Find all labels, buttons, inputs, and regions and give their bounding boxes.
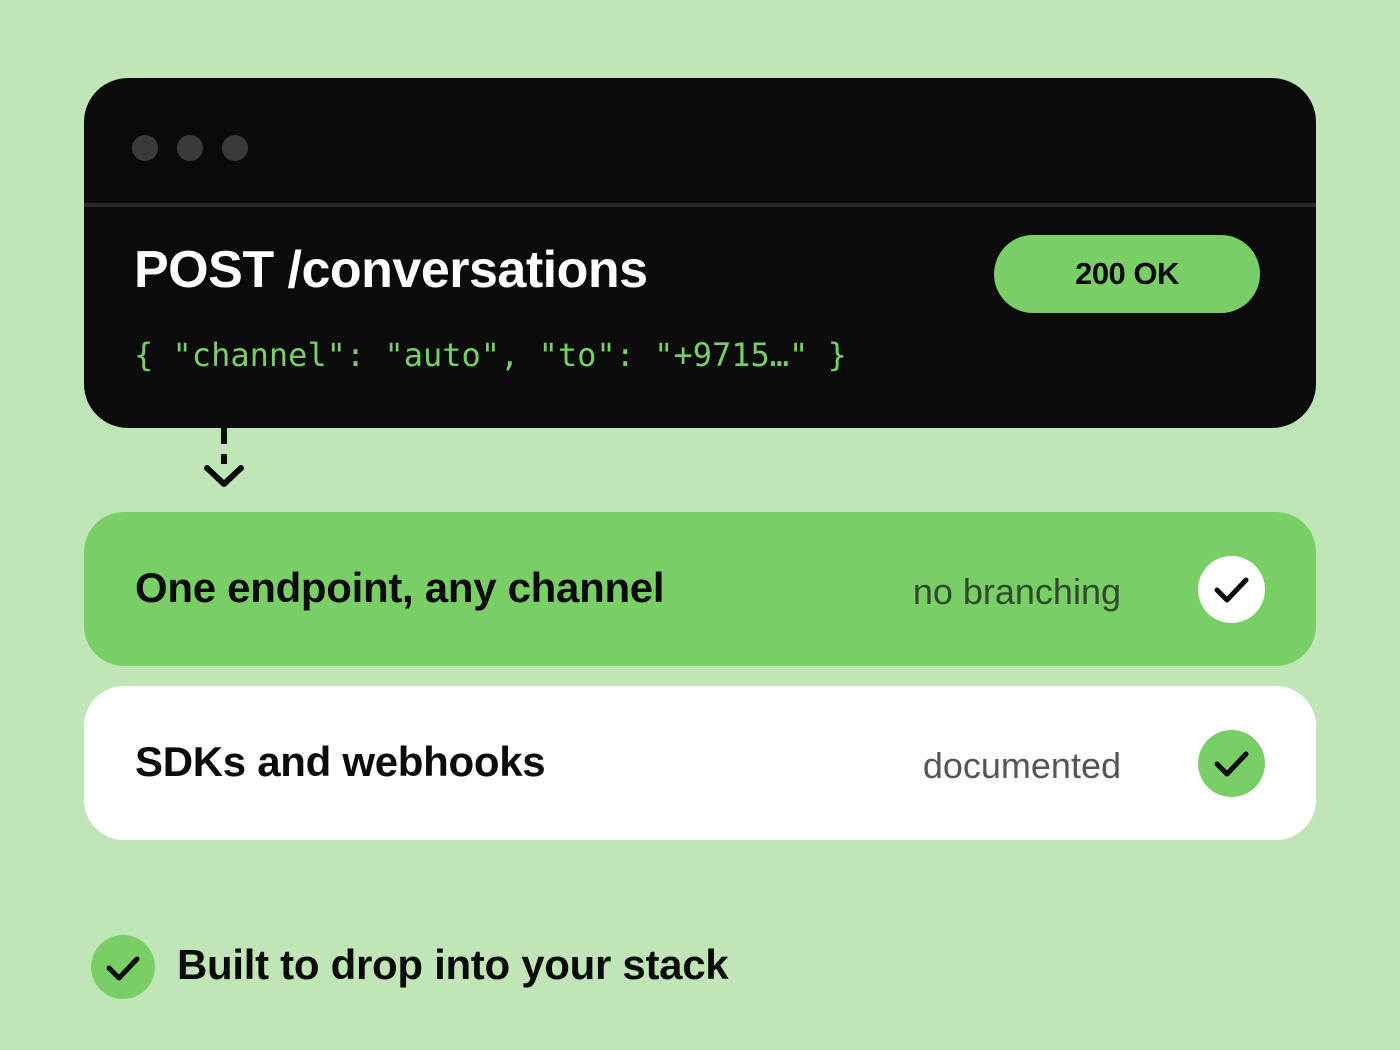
window-control-dot[interactable] xyxy=(177,135,203,161)
flow-arrow-icon xyxy=(204,428,244,487)
feature-tag: documented xyxy=(922,745,1121,786)
feature-title: SDKs and webhooks xyxy=(135,738,546,785)
window-control-dot[interactable] xyxy=(132,135,158,161)
feature-row-sdks: SDKs and webhooks documented xyxy=(84,686,1316,840)
window-control-dot[interactable] xyxy=(222,135,248,161)
request-payload-code: { "channel": "auto", "to": "+9715…" } xyxy=(134,336,847,374)
check-icon xyxy=(1198,730,1265,797)
feature-row-one-endpoint: One endpoint, any channel no branching xyxy=(84,512,1316,666)
status-badge: 200 OK xyxy=(994,235,1260,313)
check-icon xyxy=(1198,556,1265,623)
check-icon xyxy=(91,935,155,999)
footer-tagline: Built to drop into your stack xyxy=(177,941,729,988)
endpoint-title: POST /conversations xyxy=(134,241,648,299)
feature-title: One endpoint, any channel xyxy=(135,564,665,611)
window-titlebar xyxy=(84,78,1316,207)
feature-tag: no branching xyxy=(912,571,1121,612)
api-terminal-window: POST /conversations 200 OK { "channel": … xyxy=(84,78,1316,428)
